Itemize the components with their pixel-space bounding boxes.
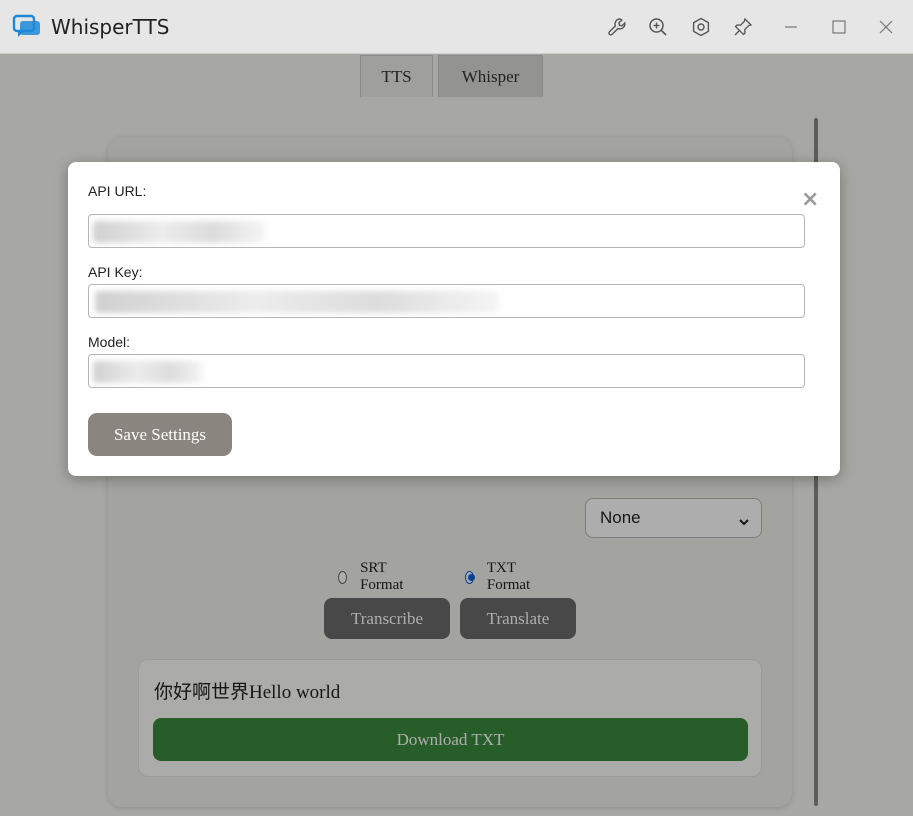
api-key-input[interactable] <box>88 284 805 318</box>
settings-modal: × API URL: API Key: Model: Save Settings <box>68 162 840 476</box>
model-input[interactable] <box>88 354 805 388</box>
app-title: WhisperTTS <box>51 15 170 39</box>
pin-icon[interactable] <box>733 17 753 37</box>
settings-hex-icon[interactable] <box>691 17 711 37</box>
wrench-icon[interactable] <box>607 17 627 37</box>
title-bar: WhisperTTS <box>0 0 913 54</box>
modal-close-icon[interactable]: × <box>801 187 819 212</box>
maximize-icon[interactable] <box>829 17 849 37</box>
close-icon[interactable] <box>876 17 896 37</box>
minimize-icon[interactable] <box>781 17 801 37</box>
model-label: Model: <box>88 334 131 350</box>
api-url-label: API URL: <box>88 183 147 199</box>
zoom-in-icon[interactable] <box>648 17 668 37</box>
redacted-value <box>93 221 265 243</box>
api-url-input[interactable] <box>88 214 805 248</box>
chat-bubble-logo-icon <box>12 13 40 41</box>
api-key-label: API Key: <box>88 264 143 280</box>
redacted-value <box>95 291 499 313</box>
redacted-value <box>93 361 203 383</box>
save-settings-button[interactable]: Save Settings <box>88 413 232 456</box>
